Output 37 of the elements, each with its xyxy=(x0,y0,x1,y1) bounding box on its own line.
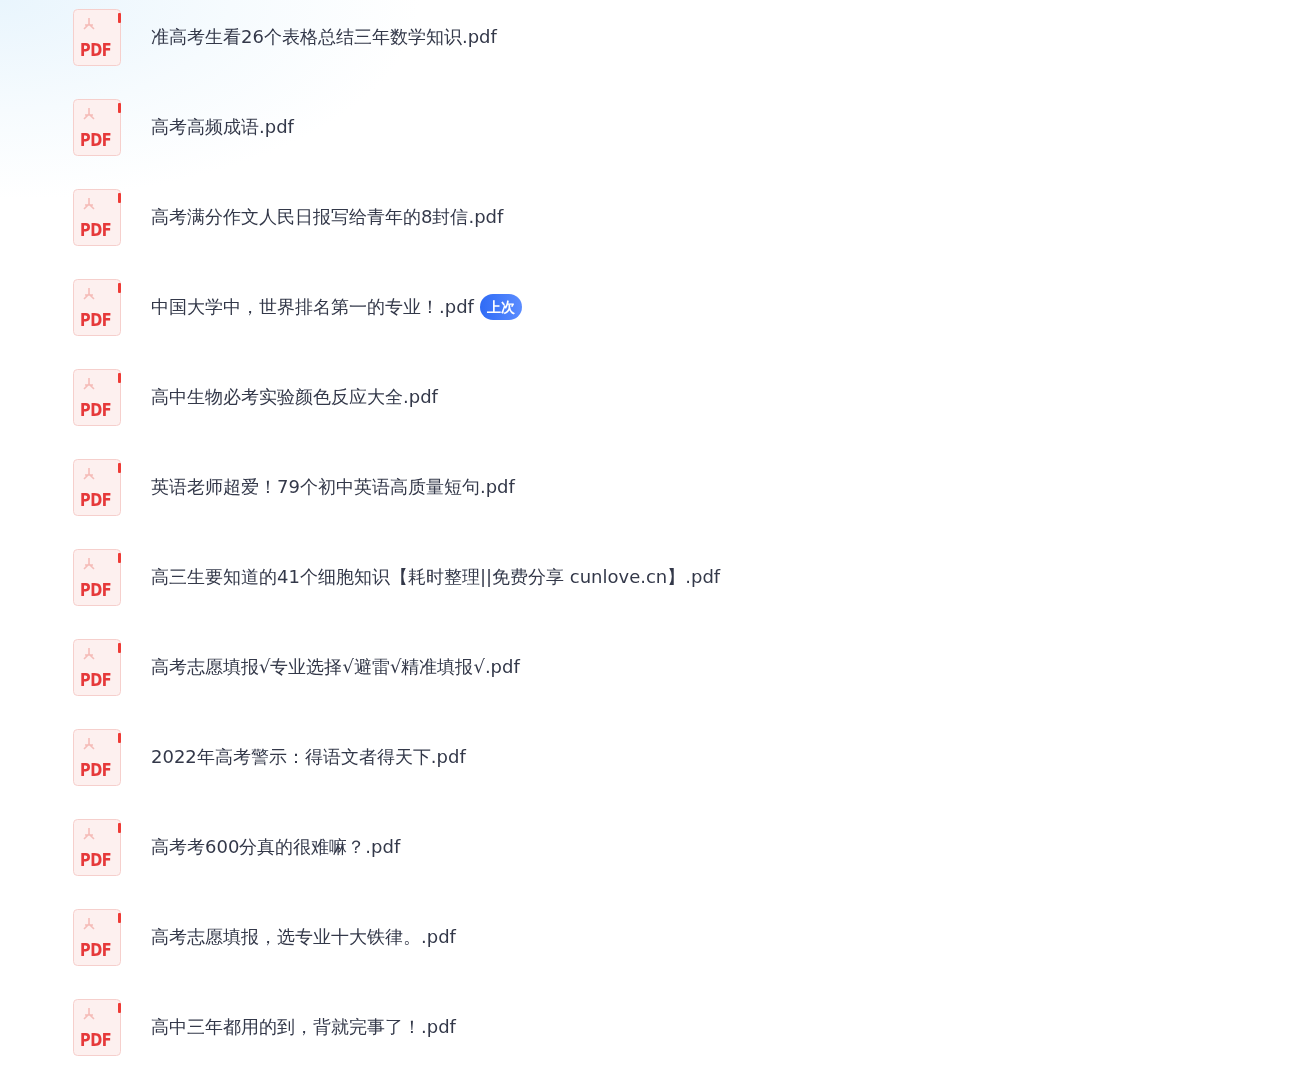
pdf-file-icon xyxy=(73,8,121,66)
file-type-label: PDF xyxy=(80,670,112,689)
file-type-label: PDF xyxy=(80,130,112,149)
pdf-file-icon xyxy=(73,278,121,336)
pdf-file-icon xyxy=(73,728,121,786)
file-name[interactable]: 2022年高考警示：得语文者得天下.pdf xyxy=(151,745,466,769)
pdf-file-icon xyxy=(73,458,121,516)
file-name[interactable]: 高考志愿填报√专业选择√避雷√精准填报√.pdf xyxy=(151,655,520,679)
file-type-label: PDF xyxy=(80,40,112,59)
file-type-label: PDF xyxy=(80,850,112,869)
file-name[interactable]: 高中生物必考实验颜色反应大全.pdf xyxy=(151,385,438,409)
pdf-file-icon xyxy=(73,98,121,156)
file-name[interactable]: 高考志愿填报，选专业十大铁律。.pdf xyxy=(151,925,456,949)
file-type-label: PDF xyxy=(80,580,112,599)
file-name[interactable]: 准高考生看26个表格总结三年数学知识.pdf xyxy=(151,25,497,49)
pdf-file-icon xyxy=(73,818,121,876)
file-name[interactable]: 高考满分作文人民日报写给青年的8封信.pdf xyxy=(151,205,504,229)
pdf-file-icon xyxy=(73,188,121,246)
file-type-label: PDF xyxy=(80,1030,112,1049)
file-name[interactable]: 高考考600分真的很难嘛？.pdf xyxy=(151,835,401,859)
pdf-file-icon xyxy=(73,368,121,426)
file-type-label: PDF xyxy=(80,760,112,779)
file-type-label: PDF xyxy=(80,220,112,239)
file-name[interactable]: 英语老师超爱！79个初中英语高质量短句.pdf xyxy=(151,475,515,499)
file-name[interactable]: 高中三年都用的到，背就完事了！.pdf xyxy=(151,1015,456,1039)
pdf-file-icon xyxy=(73,638,121,696)
pdf-file-icon xyxy=(73,548,121,606)
file-name[interactable]: 高考高频成语.pdf xyxy=(151,115,294,139)
pdf-file-icon xyxy=(73,908,121,966)
file-type-label: PDF xyxy=(80,940,112,959)
pdf-file-icon xyxy=(73,998,121,1056)
file-name[interactable]: 高三生要知道的41个细胞知识【耗时整理||免费分享 cunlove.cn】.pdf xyxy=(151,565,721,589)
file-type-label: PDF xyxy=(80,490,112,509)
file-name[interactable]: 中国大学中，世界排名第一的专业！.pdf xyxy=(151,295,474,319)
file-type-label: PDF xyxy=(80,310,112,329)
file-type-label: PDF xyxy=(80,400,112,419)
recent-badge: 上次 xyxy=(479,294,522,320)
